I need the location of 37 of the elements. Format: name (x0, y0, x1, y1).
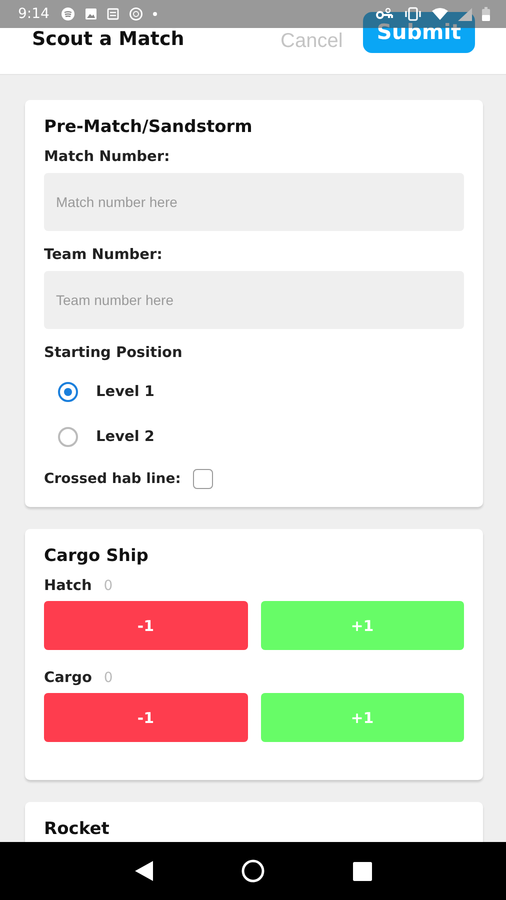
status-time: 9:14 (18, 6, 50, 22)
field-label: Team Number: (44, 247, 164, 263)
checkbox-label: Crossed hab line: (44, 471, 181, 487)
decrement-button[interactable]: -1 (44, 693, 248, 742)
home-icon[interactable] (241, 859, 266, 883)
notification-icon (61, 7, 76, 21)
page-title: Scout a Match (32, 28, 184, 50)
count-value: 0 (104, 670, 113, 686)
dot-icon (153, 12, 158, 16)
submit-button[interactable]: Submit (362, 12, 475, 53)
field-label: Match Number: (44, 149, 171, 165)
radio-button[interactable] (58, 382, 78, 402)
counter-label: Hatch (44, 578, 92, 594)
document-icon (107, 8, 120, 20)
wifi-icon (432, 8, 448, 20)
section-title: Pre-Match/Sandstorm (44, 117, 254, 137)
signal-icon (458, 8, 472, 20)
group-label: Starting Position (44, 345, 184, 361)
option-label: Level 1 (96, 384, 154, 400)
count-value: 0 (104, 578, 113, 594)
key-icon (376, 8, 394, 20)
decrement-button[interactable]: -1 (44, 601, 248, 650)
vibrate-icon (404, 7, 422, 21)
cancel-button[interactable]: Cancel (272, 26, 351, 57)
counter-label: Cargo (44, 670, 92, 686)
section-title: Cargo Ship (44, 546, 150, 566)
battery-icon (482, 7, 490, 21)
input-field[interactable]: Match number here (44, 173, 464, 231)
circle-icon (129, 7, 144, 21)
back-icon[interactable] (134, 860, 154, 882)
input-field[interactable]: Team number here (44, 271, 464, 329)
section-title: Rocket (44, 819, 110, 839)
radio-button[interactable] (58, 426, 78, 446)
image-icon (85, 8, 98, 20)
option-label: Level 2 (96, 428, 154, 444)
checkbox[interactable] (192, 469, 213, 489)
overview-icon[interactable] (353, 862, 372, 880)
